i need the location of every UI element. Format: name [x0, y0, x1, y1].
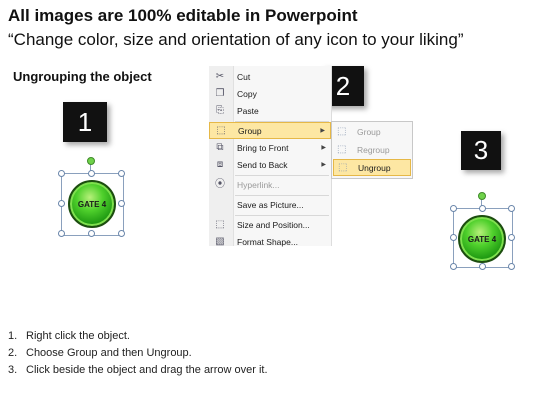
ungroup-icon: ⬚	[338, 162, 348, 173]
step-number: 2.	[8, 347, 18, 359]
menu-item-label: Size and Position...	[237, 219, 310, 230]
menu-item-label: Group	[238, 125, 262, 136]
resize-handle[interactable]	[58, 170, 65, 177]
group-submenu: ⬚ Group ⬚ Regroup ⬚ Ungroup	[331, 121, 413, 179]
submenu-arrow-icon: ▶	[321, 145, 326, 151]
menu-item-bring-to-front[interactable]: ⧉ Bring to Front ▶	[209, 139, 331, 156]
group-icon: ⬚	[216, 124, 226, 136]
bring-to-front-icon: ⧉	[216, 141, 224, 153]
step-badge-1: 1	[63, 102, 107, 142]
resize-handle[interactable]	[58, 230, 65, 237]
copy-icon: ❐	[215, 87, 225, 99]
step-number: 3.	[8, 364, 18, 376]
resize-handle[interactable]	[508, 234, 515, 241]
step-badge-3: 3	[461, 131, 501, 170]
submenu-item-label: Regroup	[357, 144, 390, 155]
hyperlink-icon: ⦿	[215, 178, 225, 190]
rotation-handle[interactable]	[87, 157, 95, 165]
section-heading: Ungrouping the object	[13, 69, 152, 84]
menu-item-label: Copy	[237, 88, 257, 99]
submenu-arrow-icon: ▶	[320, 128, 325, 134]
format-shape-icon: ▧	[215, 235, 225, 247]
submenu-item-group[interactable]: ⬚ Group	[333, 123, 411, 140]
gate-button-shape[interactable]: GATE 4	[458, 215, 506, 263]
menu-item-copy[interactable]: ❐ Copy	[209, 85, 331, 102]
step-number: 1.	[8, 330, 18, 342]
resize-handle[interactable]	[88, 170, 95, 177]
menu-item-label: Save as Picture...	[237, 199, 304, 210]
resize-handle[interactable]	[508, 263, 515, 270]
page-subtitle: “Change color, size and orientation of a…	[8, 30, 464, 49]
step-text: Choose Group and then Ungroup.	[26, 347, 192, 359]
menu-item-send-to-back[interactable]: ⧈ Send to Back ▶	[209, 156, 331, 173]
regroup-icon: ⬚	[337, 144, 347, 155]
submenu-arrow-icon: ▶	[321, 162, 326, 168]
size-position-icon: ⬚	[215, 218, 225, 230]
submenu-item-label: Ungroup	[358, 162, 391, 173]
step-text: Right click the object.	[26, 330, 130, 342]
resize-handle[interactable]	[479, 263, 486, 270]
resize-handle[interactable]	[450, 234, 457, 241]
menu-item-label: Cut	[237, 71, 251, 82]
resize-handle[interactable]	[508, 205, 515, 212]
gate-button-shape[interactable]: GATE 4	[68, 180, 116, 228]
menu-item-paste[interactable]: ⎘ Paste	[209, 102, 331, 119]
menu-item-label: Paste	[237, 105, 259, 116]
resize-handle[interactable]	[118, 230, 125, 237]
step-text: Click beside the object and drag the arr…	[26, 364, 268, 376]
resize-handle[interactable]	[118, 200, 125, 207]
shape-label: GATE 4	[77, 199, 107, 209]
menu-item-save-as-picture[interactable]: Save as Picture...	[209, 196, 331, 213]
menu-item-label: Hyperlink...	[237, 179, 280, 190]
resize-handle[interactable]	[450, 263, 457, 270]
menu-item-label: Format Shape...	[237, 236, 298, 247]
send-to-back-icon: ⧈	[216, 158, 224, 170]
submenu-item-label: Group	[357, 126, 381, 137]
menu-item-cut[interactable]: ✂ Cut	[209, 68, 331, 85]
resize-handle[interactable]	[450, 205, 457, 212]
submenu-item-ungroup[interactable]: ⬚ Ungroup	[333, 159, 411, 176]
menu-item-size-and-position[interactable]: ⬚ Size and Position...	[209, 216, 331, 233]
shape-label: GATE 4	[467, 234, 497, 244]
menu-item-group[interactable]: ⬚ Group ▶	[209, 122, 331, 139]
context-menu: ✂ Cut ❐ Copy ⎘ Paste ⬚ Group ▶ ⧉ Bring t…	[209, 66, 332, 247]
group-icon: ⬚	[337, 126, 347, 137]
page-title: All images are 100% editable in Powerpoi…	[8, 6, 358, 25]
paste-icon: ⎘	[216, 104, 224, 116]
menu-item-label: Send to Back	[237, 159, 288, 170]
resize-handle[interactable]	[58, 200, 65, 207]
resize-handle[interactable]	[479, 205, 486, 212]
menu-item-format-shape[interactable]: ▧ Format Shape...	[209, 233, 331, 250]
rotation-handle[interactable]	[478, 192, 486, 200]
scissors-icon: ✂	[215, 70, 225, 82]
menu-item-hyperlink[interactable]: ⦿ Hyperlink...	[209, 176, 331, 193]
menu-item-label: Bring to Front	[237, 142, 289, 153]
submenu-item-regroup[interactable]: ⬚ Regroup	[333, 141, 411, 158]
resize-handle[interactable]	[118, 170, 125, 177]
resize-handle[interactable]	[88, 230, 95, 237]
